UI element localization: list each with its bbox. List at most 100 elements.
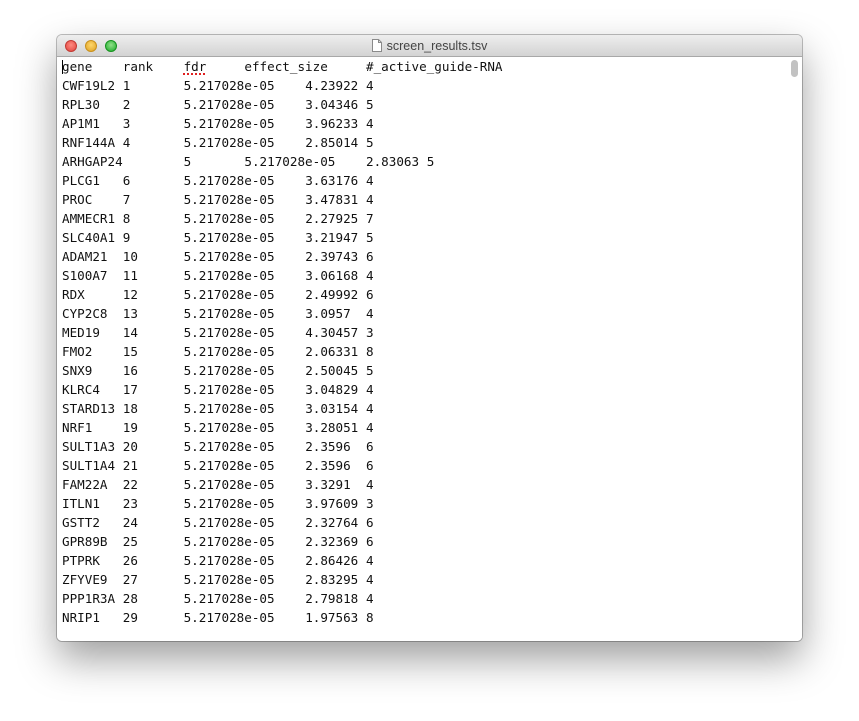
cell-active-guide-rna: 4	[366, 116, 374, 131]
cell-fdr: 5.217028e-05	[183, 306, 275, 321]
cell-rank: 20	[122, 439, 138, 454]
cell-effect-size: 2.85014	[305, 135, 359, 150]
cell-rank: 19	[122, 420, 138, 435]
cell-active-guide-rna: 4	[366, 477, 374, 492]
cell-effect-size: 3.3291	[305, 477, 351, 492]
text-editor-window: screen_results.tsv gene rank fdr effect_siz…	[57, 35, 802, 641]
cell-effect-size: 3.96233	[305, 116, 359, 131]
text-area[interactable]: gene rank fdr effect_size #_active_guide-RNA…	[62, 57, 787, 641]
cell-fdr: 5.217028e-05	[183, 363, 275, 378]
cell-fdr: 5.217028e-05	[183, 610, 275, 625]
cell-active-guide-rna: 5	[366, 135, 374, 150]
cell-rank: 8	[122, 211, 131, 226]
cell-rank: 27	[122, 572, 138, 587]
cell-rank: 6	[122, 173, 131, 188]
cell-gene: PPP1R3A	[62, 591, 116, 606]
cell-active-guide-rna: 5	[366, 230, 374, 245]
cell-fdr: 5.217028e-05	[183, 534, 275, 549]
cell-gene: FAM22A	[62, 477, 108, 492]
cell-effect-size: 3.06168	[305, 268, 359, 283]
cell-effect-size: 4.23922	[305, 78, 359, 93]
cell-gene: SNX9	[62, 363, 93, 378]
cell-gene: NRF1	[62, 420, 93, 435]
cell-gene: S100A7	[62, 268, 108, 283]
cell-gene: AP1M1	[62, 116, 100, 131]
cell-gene: MED19	[62, 325, 100, 340]
cell-rank: 23	[122, 496, 138, 511]
header-rank: rank	[122, 59, 154, 74]
cell-gene: SULT1A3	[62, 439, 116, 454]
cell-rank: 15	[122, 344, 138, 359]
cell-gene: KLRC4	[62, 382, 100, 397]
cell-rank: 10	[122, 249, 138, 264]
cell-active-guide-rna: 6	[366, 534, 374, 549]
cell-active-guide-rna: 3	[366, 496, 374, 511]
header-active-guide-rna: #_active_guide-RNA	[366, 59, 503, 74]
cell-effect-size: 2.3596	[305, 439, 351, 454]
cell-fdr: 5.217028e-05	[183, 591, 275, 606]
cell-effect-size: 3.21947	[305, 230, 359, 245]
cell-fdr: 5.217028e-05	[183, 97, 275, 112]
cell-gene: RDX	[62, 287, 85, 302]
vertical-scrollbar[interactable]	[787, 57, 802, 641]
cell-active-guide-rna: 4	[366, 268, 374, 283]
cell-gene: PROC	[62, 192, 93, 207]
cell-gene: ZFYVE9	[62, 572, 108, 587]
document-content[interactable]: gene rank fdr effect_size #_active_guide-RNA…	[57, 57, 802, 641]
cell-effect-size: 2.3596	[305, 458, 351, 473]
cell-effect-size: 2.49992	[305, 287, 359, 302]
cell-gene: STARD13	[62, 401, 116, 416]
cell-effect-size: 1.97563	[305, 610, 359, 625]
cell-gene: AMMECR1	[62, 211, 116, 226]
cell-gene: ADAM21	[62, 249, 108, 264]
scrollbar-thumb[interactable]	[791, 60, 798, 77]
cell-rank: 25	[122, 534, 138, 549]
cell-active-guide-rna: 4	[366, 306, 374, 321]
cell-effect-size: 3.0957	[305, 306, 351, 321]
cell-rank: 11	[122, 268, 138, 283]
cell-rank: 21	[122, 458, 138, 473]
cell-fdr: 5.217028e-05	[183, 325, 275, 340]
cell-active-guide-rna: 6	[366, 439, 374, 454]
cell-active-guide-rna: 5	[366, 363, 374, 378]
cell-rank: 2	[122, 97, 131, 112]
cell-gene: CYP2C8	[62, 306, 108, 321]
cell-active-guide-rna: 5	[366, 97, 374, 112]
cell-effect-size: 3.97609	[305, 496, 359, 511]
cell-active-guide-rna: 8	[366, 610, 374, 625]
cell-active-guide-rna: 4	[366, 401, 374, 416]
cell-effect-size: 2.86426	[305, 553, 359, 568]
cell-rank: 29	[122, 610, 138, 625]
cell-rank: 9	[122, 230, 131, 245]
cell-rank: 12	[122, 287, 138, 302]
cell-fdr: 5.217028e-05	[183, 230, 275, 245]
cell-active-guide-rna: 4	[366, 553, 374, 568]
cell-active-guide-rna: 4	[366, 572, 374, 587]
cell-rank: 4	[122, 135, 131, 150]
cell-effect-size: 3.63176	[305, 173, 359, 188]
cell-gene: SLC40A1	[62, 230, 116, 245]
cell-active-guide-rna: 5	[426, 154, 435, 169]
cell-effect-size: 2.83063	[366, 154, 420, 169]
cell-rank: 3	[122, 116, 131, 131]
cell-effect-size: 2.32369	[305, 534, 359, 549]
cell-fdr: 5.217028e-05	[183, 496, 275, 511]
cell-fdr: 5.217028e-05	[183, 515, 275, 530]
cell-fdr: 5.217028e-05	[183, 135, 275, 150]
cell-effect-size: 2.32764	[305, 515, 359, 530]
cell-effect-size: 2.06331	[305, 344, 359, 359]
cell-rank: 7	[122, 192, 131, 207]
cell-fdr: 5.217028e-05	[183, 78, 275, 93]
cell-fdr: 5.217028e-05	[183, 477, 275, 492]
cell-gene: SULT1A4	[62, 458, 116, 473]
cell-rank: 18	[122, 401, 138, 416]
cell-rank: 16	[122, 363, 138, 378]
cell-fdr: 5.217028e-05	[183, 344, 275, 359]
cell-effect-size: 2.50045	[305, 363, 359, 378]
cell-fdr: 5.217028e-05	[183, 420, 275, 435]
cell-gene: GPR89B	[62, 534, 108, 549]
cell-effect-size: 3.47831	[305, 192, 359, 207]
cell-effect-size: 2.79818	[305, 591, 359, 606]
title-bar[interactable]: screen_results.tsv	[57, 35, 802, 57]
window-title: screen_results.tsv	[386, 38, 488, 53]
